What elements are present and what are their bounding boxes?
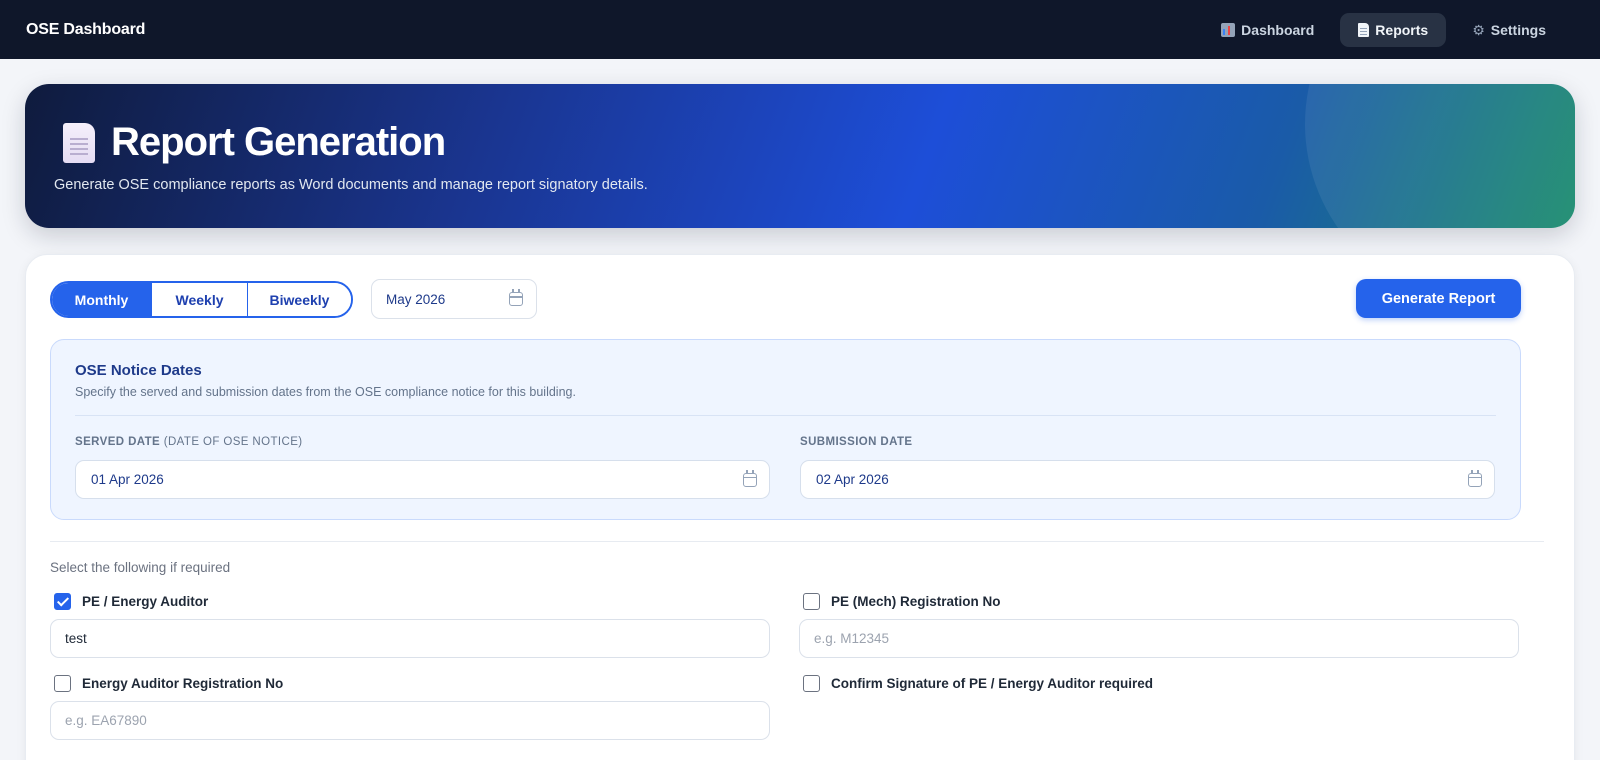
page-title: Report Generation (111, 120, 446, 164)
served-date-label: SERVED DATE (DATE OF OSE NOTICE) (75, 436, 303, 448)
calendar-icon[interactable] (1468, 469, 1482, 487)
pe-mech-placeholder: e.g. M12345 (814, 631, 890, 646)
main-nav: Dashboard Reports ⚙ Settings (1203, 12, 1564, 47)
hero-banner: Report Generation Generate OSE complianc… (25, 84, 1575, 228)
notice-description: Specify the served and submission dates … (75, 385, 576, 399)
select-options-note: Select the following if required (50, 560, 231, 575)
frequency-monthly-button[interactable]: Monthly (52, 283, 152, 316)
calendar-icon[interactable] (743, 469, 757, 487)
brand-logo-text[interactable]: OSE Dashboard (26, 21, 145, 39)
ose-notice-panel: OSE Notice Dates Specify the served and … (50, 339, 1521, 520)
served-date-sublabel: (DATE OF OSE NOTICE) (163, 436, 303, 448)
ea-registration-placeholder: e.g. EA67890 (65, 713, 147, 728)
notice-title: OSE Notice Dates (75, 362, 202, 379)
pe-auditor-value: test (65, 631, 87, 646)
gear-icon: ⚙ (1472, 21, 1485, 38)
nav-settings-label: Settings (1490, 21, 1546, 38)
calendar-icon[interactable] (509, 289, 523, 306)
nav-settings[interactable]: ⚙ Settings (1454, 13, 1564, 47)
report-period-input[interactable]: May 2026 (371, 279, 537, 319)
report-card: Monthly Weekly Biweekly May 2026 Generat… (25, 254, 1575, 760)
ea-registration-label: Energy Auditor Registration No (82, 676, 284, 691)
frequency-weekly-button[interactable]: Weekly (152, 283, 248, 316)
ea-registration-checkbox-row[interactable]: Energy Auditor Registration No (54, 675, 283, 692)
bar-chart-icon (1221, 22, 1236, 37)
served-date-label-text: SERVED DATE (75, 436, 161, 448)
confirm-signature-label: Confirm Signature of PE / Energy Auditor… (831, 676, 1154, 691)
pe-mech-checkbox-row[interactable]: PE (Mech) Registration No (803, 593, 1001, 610)
nav-dashboard-label: Dashboard (1241, 21, 1315, 38)
ea-registration-input[interactable]: e.g. EA67890 (50, 701, 770, 740)
pe-auditor-checkbox-row[interactable]: PE / Energy Auditor (54, 593, 208, 610)
submission-date-value: 02 Apr 2026 (816, 472, 889, 487)
top-navbar: OSE Dashboard Dashboard Reports ⚙ Settin… (0, 0, 1600, 59)
pe-auditor-input[interactable]: test (50, 619, 770, 658)
document-icon (1358, 22, 1370, 37)
nav-reports[interactable]: Reports (1340, 12, 1447, 47)
section-divider (50, 541, 1544, 542)
pe-auditor-label: PE / Energy Auditor (82, 594, 209, 609)
frequency-biweekly-button[interactable]: Biweekly (248, 283, 351, 316)
frequency-segmented-control: Monthly Weekly Biweekly (50, 281, 353, 318)
generate-report-button[interactable]: Generate Report (1356, 279, 1521, 318)
nav-dashboard[interactable]: Dashboard (1203, 13, 1332, 47)
served-date-input[interactable]: 01 Apr 2026 (75, 460, 770, 499)
ea-registration-checkbox[interactable] (54, 675, 71, 692)
confirm-signature-checkbox-row[interactable]: Confirm Signature of PE / Energy Auditor… (803, 675, 1153, 692)
submission-date-label: SUBMISSION DATE (800, 436, 913, 448)
submission-date-input[interactable]: 02 Apr 2026 (800, 460, 1495, 499)
pe-mech-label: PE (Mech) Registration No (831, 594, 1001, 609)
pe-mech-checkbox[interactable] (803, 593, 820, 610)
confirm-signature-checkbox[interactable] (803, 675, 820, 692)
pe-auditor-checkbox[interactable] (54, 593, 71, 610)
hero-title-row: Report Generation (63, 120, 446, 165)
document-icon (63, 122, 95, 163)
pe-mech-registration-input[interactable]: e.g. M12345 (799, 619, 1519, 658)
notice-divider (75, 415, 1496, 416)
served-date-value: 01 Apr 2026 (91, 472, 164, 487)
nav-reports-label: Reports (1375, 21, 1429, 38)
page-subtitle: Generate OSE compliance reports as Word … (54, 177, 648, 193)
report-period-value: May 2026 (386, 291, 446, 307)
